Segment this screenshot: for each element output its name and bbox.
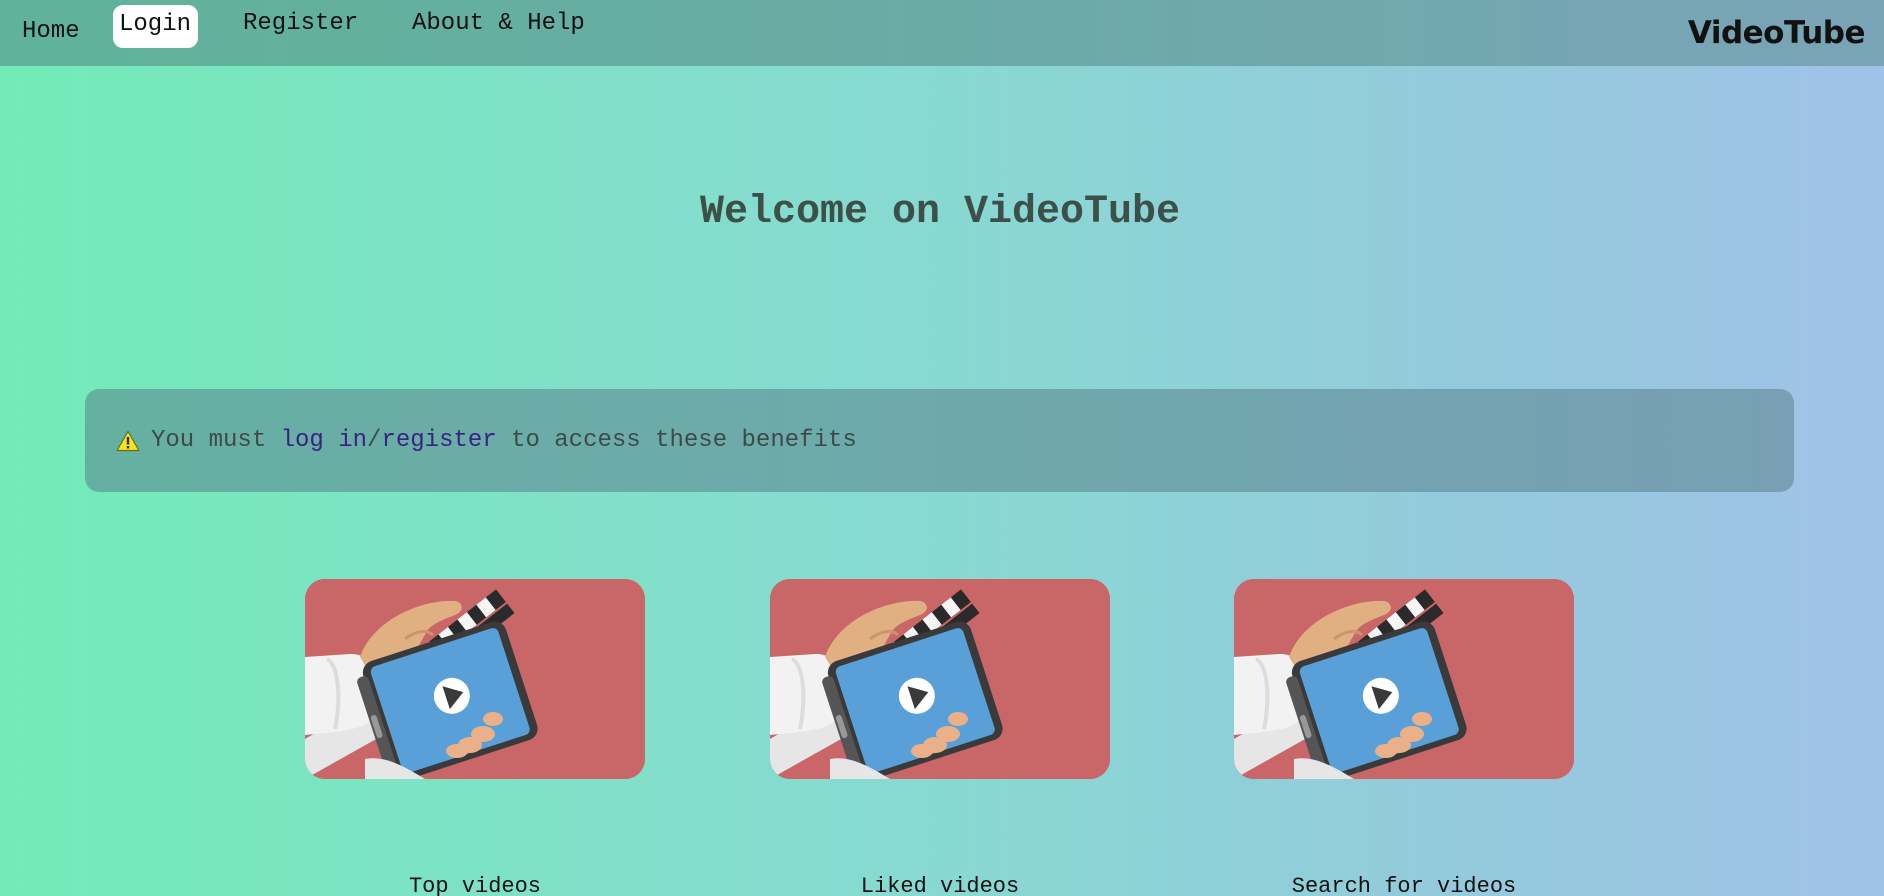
warning-icon [116, 430, 140, 452]
nav-login-link[interactable]: Login [113, 5, 199, 48]
nav-register-link[interactable]: Register [243, 12, 358, 36]
video-clapper-phone-image [1234, 579, 1574, 779]
alert-suffix: to access these benefits [496, 427, 857, 454]
video-clapper-phone-image [770, 579, 1110, 779]
nav-about-help-link[interactable]: About & Help [412, 12, 585, 36]
alert-separator: / [367, 427, 382, 454]
liked-videos-card[interactable] [770, 579, 1110, 779]
page-title: Welcome on VideoTube [699, 190, 1181, 235]
search-videos-label[interactable]: Search for videos [1234, 874, 1574, 896]
nav-home-link[interactable]: Home [22, 20, 80, 44]
video-clapper-phone-image [305, 579, 645, 779]
alert-prefix: You must [151, 427, 281, 454]
login-link[interactable]: log in [281, 427, 367, 454]
brand-logo[interactable]: VideoTube [1688, 15, 1866, 51]
login-required-alert: You must log in/register to access these… [85, 389, 1794, 492]
liked-videos-label[interactable]: Liked videos [770, 874, 1110, 896]
search-videos-card[interactable] [1234, 579, 1574, 779]
alert-message: You must log in/register to access these… [151, 427, 857, 454]
navbar: Home Login Register About & Help VideoTu… [0, 0, 1884, 66]
register-link[interactable]: register [381, 427, 496, 454]
top-videos-card[interactable] [305, 579, 645, 779]
top-videos-label[interactable]: Top videos [305, 874, 645, 896]
